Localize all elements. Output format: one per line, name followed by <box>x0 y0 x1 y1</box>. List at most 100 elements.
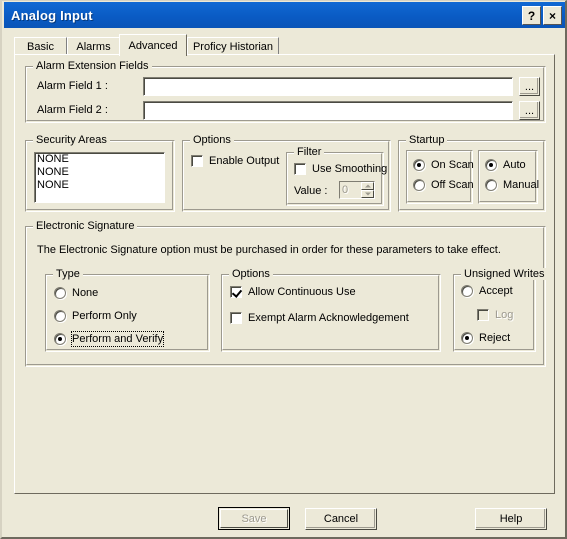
security-areas-listbox[interactable]: NONE NONE NONE <box>34 152 165 203</box>
ellipsis-icon: ... <box>524 80 535 93</box>
checkbox-allow-continuous-use[interactable]: Allow Continuous Use <box>230 285 356 299</box>
spinner-up-icon[interactable] <box>361 182 374 190</box>
radio-off-scan[interactable]: Off Scan <box>413 178 474 192</box>
spinner-down-icon[interactable] <box>361 190 374 198</box>
checkbox-label: Exempt Alarm Acknowledgement <box>248 312 409 324</box>
tab-label: Alarms <box>76 40 111 53</box>
checkbox-enable-output[interactable]: Enable Output <box>191 154 279 168</box>
radio-box <box>413 159 425 171</box>
electronic-signature-notice: The Electronic Signature option must be … <box>37 244 501 256</box>
tab-proficy-historian[interactable]: Proficy Historian <box>187 37 279 55</box>
save-button-label: Save <box>241 512 267 525</box>
radio-type-perform-and-verify[interactable]: Perform and Verify <box>54 331 165 347</box>
group-options: Options Enable Output Filter Use Smoothi… <box>182 134 391 212</box>
group-title: Electronic Signature <box>33 220 138 232</box>
checkbox-box <box>230 286 242 298</box>
group-startup: Startup On Scan Off Scan Auto Manual <box>398 134 546 212</box>
group-filter: Filter Use Smoothing Value : 0 <box>286 146 387 206</box>
group-title: Security Areas <box>33 134 110 146</box>
list-item[interactable]: NONE <box>35 166 164 179</box>
radio-box <box>461 285 473 297</box>
tab-label: Proficy Historian <box>192 40 274 53</box>
radio-label: None <box>72 287 99 299</box>
cancel-button-label: Cancel <box>323 513 359 525</box>
radio-type-perform-only[interactable]: Perform Only <box>54 309 137 323</box>
radio-unsigned-reject[interactable]: Reject <box>461 331 510 345</box>
help-button-label: Help <box>499 513 523 525</box>
close-button[interactable]: × <box>543 6 562 25</box>
group-alarm-extension-fields: Alarm Extension Fields Alarm Field 1 : .… <box>25 60 546 123</box>
radio-on-scan[interactable]: On Scan <box>413 158 474 172</box>
list-item[interactable]: NONE <box>35 179 164 192</box>
alarm-field-2-input[interactable] <box>143 101 513 120</box>
radio-unsigned-accept[interactable]: Accept <box>461 284 513 298</box>
radio-box <box>54 287 66 299</box>
title-bar[interactable]: Analog Input ? × <box>4 2 565 28</box>
analog-input-dialog: Analog Input ? × Basic Alarms Advanced P… <box>0 0 567 539</box>
group-security-areas: Security Areas NONE NONE NONE <box>25 134 175 212</box>
spinner-value[interactable]: 0 <box>340 182 361 198</box>
radio-manual[interactable]: Manual <box>485 178 539 192</box>
tab-advanced[interactable]: Advanced <box>119 34 187 56</box>
help-button[interactable]: Help <box>475 508 547 530</box>
checkbox-use-smoothing[interactable]: Use Smoothing <box>294 162 387 176</box>
tab-label: Basic <box>27 40 54 53</box>
advanced-tab-panel: Alarm Extension Fields Alarm Field 1 : .… <box>14 54 555 494</box>
radio-label: Auto <box>503 159 526 171</box>
radio-label: Accept <box>479 285 513 297</box>
tab-basic[interactable]: Basic <box>14 37 67 55</box>
group-title: Options <box>190 134 234 146</box>
alarm-field-2-browse-button[interactable]: ... <box>519 101 540 120</box>
checkbox-label: Enable Output <box>209 155 280 167</box>
tab-strip: Basic Alarms Advanced Proficy Historian <box>14 34 555 56</box>
radio-label: Off Scan <box>431 179 474 191</box>
close-icon: × <box>548 8 556 23</box>
spinner-buttons[interactable] <box>361 182 374 198</box>
group-title: Unsigned Writes <box>461 268 548 280</box>
radio-box <box>485 159 497 171</box>
group-signature-options: Options Allow Continuous Use Exempt Alar… <box>221 268 441 352</box>
radio-label: On Scan <box>431 159 474 171</box>
group-scan-state: On Scan Off Scan <box>406 150 474 204</box>
radio-label: Perform and Verify <box>70 331 165 347</box>
radio-box <box>54 333 66 345</box>
checkbox-exempt-alarm-acknowledgement[interactable]: Exempt Alarm Acknowledgement <box>230 311 409 325</box>
group-electronic-signature: Electronic Signature The Electronic Sign… <box>25 220 548 367</box>
checkbox-label: Log <box>495 309 514 321</box>
list-item[interactable]: NONE <box>35 153 164 166</box>
alarm-field-2-label: Alarm Field 2 : <box>37 104 108 116</box>
group-unsigned-writes: Unsigned Writes Accept Log Reject <box>453 268 548 352</box>
checkbox-unsigned-log: Log <box>477 308 513 322</box>
radio-box <box>485 179 497 191</box>
alarm-field-1-label: Alarm Field 1 : <box>37 80 108 92</box>
filter-value-label: Value : <box>294 185 328 197</box>
radio-box <box>413 179 425 191</box>
radio-box <box>461 332 473 344</box>
radio-type-none[interactable]: None <box>54 286 98 300</box>
checkbox-box <box>477 309 489 321</box>
radio-auto[interactable]: Auto <box>485 158 526 172</box>
help-icon-button[interactable]: ? <box>522 6 541 25</box>
radio-label: Reject <box>479 332 511 344</box>
checkbox-box <box>230 312 242 324</box>
checkbox-label: Use Smoothing <box>312 163 388 175</box>
filter-value-spinner[interactable]: 0 <box>339 181 375 199</box>
tab-alarms[interactable]: Alarms <box>67 37 120 55</box>
group-title: Startup <box>406 134 448 146</box>
question-mark-icon: ? <box>527 8 536 23</box>
checkbox-box <box>294 163 306 175</box>
group-title: Type <box>53 268 83 280</box>
group-signature-type: Type None Perform Only Perform and Verif… <box>45 268 210 352</box>
save-button[interactable]: Save <box>218 507 290 530</box>
alarm-field-1-input[interactable] <box>143 77 513 96</box>
alarm-field-1-browse-button[interactable]: ... <box>519 77 540 96</box>
checkbox-box <box>191 155 203 167</box>
window-title: Analog Input <box>11 7 93 23</box>
cancel-button[interactable]: Cancel <box>305 508 377 530</box>
radio-box <box>54 310 66 322</box>
radio-label: Manual <box>503 179 540 191</box>
group-title: Options <box>229 268 273 280</box>
ellipsis-icon: ... <box>524 104 535 117</box>
tab-label: Advanced <box>128 39 178 52</box>
checkbox-label: Allow Continuous Use <box>248 286 356 298</box>
